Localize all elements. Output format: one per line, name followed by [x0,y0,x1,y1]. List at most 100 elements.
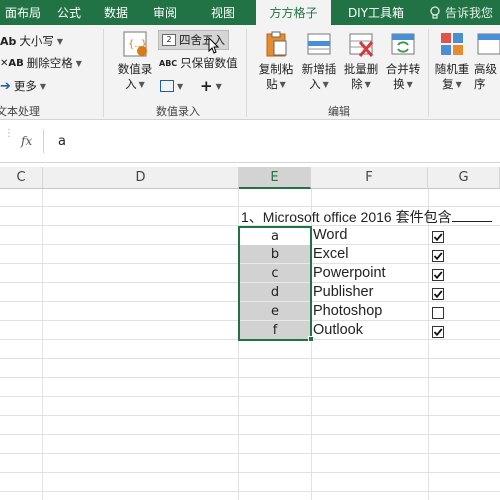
insert-row-icon [307,33,331,55]
column-header-c[interactable]: C [0,167,43,189]
tab-label: 公式 [56,6,81,20]
tell-me-text: 告诉我您 [445,6,494,20]
checkbox-checked[interactable] [432,326,444,338]
tab-fangfang-gezi[interactable]: 方方格子 [256,0,331,25]
option-letter: e [271,303,279,319]
cell-e-option[interactable]: f [239,321,311,340]
blank-underline [451,210,492,222]
grid-line [0,377,500,378]
tab-formulas[interactable]: 公式 [46,0,92,25]
copy-paste-label-2: 贴 [266,77,278,91]
cell-f-app-name[interactable]: Outlook [313,321,363,340]
question-title-cell[interactable]: 1、Microsoft office 2016 套件包含 [241,207,492,227]
clipboard-icon [266,31,287,57]
group-label-value: 数值录入 [156,105,200,118]
copy-paste-label-1: 复制粘 [258,62,294,76]
cell-e-option[interactable]: a [239,227,311,246]
checkbox-unchecked[interactable] [432,307,444,319]
checkbox-checked[interactable] [432,288,444,300]
case-icon: Ab [0,34,17,48]
remove-space-icon: ✕AB [0,57,24,69]
group-label-text: 文本处理 [0,105,40,118]
cell-e-option[interactable]: b [239,245,311,264]
more-button[interactable]: ➔ 更多 ▼ [0,76,46,96]
chevron-down-icon: ▼ [56,36,64,46]
batch-delete-button[interactable]: 批量删 除 ▼ [340,29,382,92]
tab-page-layout[interactable]: 面布局 [0,0,46,25]
chevron-down-icon: ▼ [177,81,184,91]
grid-line [0,491,500,492]
option-letter: d [270,284,280,300]
tab-label: 方方格子 [269,6,318,20]
insert-label-2: 入 [309,77,321,91]
keep-values-button[interactable]: ABC 只保留数值 [159,53,238,73]
formula-separator [43,129,44,153]
insert-function-icon[interactable]: fx [21,134,32,148]
column-letter: D [135,170,146,185]
cell-f-app-name[interactable]: Publisher [313,283,373,302]
check-icon [433,271,443,280]
merge-convert-button[interactable]: 合并转 换 ▼ [382,29,424,92]
tab-view[interactable]: 视图 [190,0,256,25]
column-letter: C [16,170,26,185]
mouse-cursor-icon [208,37,220,54]
cell-e-option[interactable]: c [239,264,311,283]
cell-f-app-name[interactable]: Excel [313,245,348,264]
copy-paste-button[interactable]: 复制粘 贴 ▼ [256,29,296,92]
tab-data[interactable]: 数据 [92,0,140,25]
insert-button[interactable]: 新增插 入 ▼ [298,29,340,92]
advanced-label-2: 序 [474,77,486,91]
random-label-2: 复 [442,77,454,91]
checkbox-checked[interactable] [432,231,444,243]
column-header-f[interactable]: F [311,167,428,189]
merge-convert-icon [391,33,415,55]
option-letter: a [271,228,279,244]
value-entry-button[interactable]: {..} 数值录 入 ▼ [114,29,156,92]
edit-values-button[interactable]: ▼ [160,76,183,96]
case-button-label: 大小写 [19,34,54,48]
checkbox-checked[interactable] [432,250,444,262]
cell-f-app-name[interactable]: Photoshop [313,302,382,321]
cell-e-option[interactable]: e [239,302,311,321]
column-header-d[interactable]: D [43,167,239,189]
cell-f-app-name[interactable]: Powerpoint [313,264,386,283]
chevron-down-icon: ▼ [215,81,222,91]
cell-e-option[interactable]: d [239,283,311,302]
option-letter: b [270,246,280,262]
advanced-sort-button[interactable]: 高级 序 [474,29,500,92]
tab-review[interactable]: 审阅 [140,0,190,25]
random-repeat-button[interactable]: 随机重 复 ▼ [432,29,472,92]
more-label: 更多 [13,79,37,93]
tab-diy-toolbox[interactable]: DIY工具箱 [331,0,421,25]
column-letter: F [365,170,373,185]
lightbulb-icon [430,5,440,19]
checkbox-checked[interactable] [432,269,444,281]
chevron-down-icon: ▼ [138,80,145,89]
group-separator [428,29,429,117]
option-letter: f [272,322,278,338]
random-label-1: 随机重 [434,62,470,76]
batch-delete-label-1: 批量删 [343,62,379,76]
column-header-g[interactable]: G [428,167,500,189]
batch-delete-label-2: 除 [351,77,363,91]
option-letter: c [271,265,279,281]
chevron-down-icon: ▼ [279,80,286,89]
pencil-grid-icon [160,80,174,92]
value-entry-label-2: 入 [125,77,137,91]
tell-me-box[interactable]: 告诉我您 [421,0,493,25]
column-header-e[interactable]: E [239,167,311,189]
grid-line [0,434,500,435]
grid-line [0,472,500,473]
merge-label-2: 换 [393,77,405,91]
advanced-label-1: 高级 [474,62,497,76]
keep-values-icon: ABC [159,58,178,68]
cell-f-app-name[interactable]: Word [313,226,347,245]
case-button[interactable]: Ab 大小写 ▼ [0,31,63,51]
formula-input[interactable]: a [58,134,66,149]
remove-space-button[interactable]: ✕AB 删除空格 ▼ [0,53,82,73]
resize-handle-icon[interactable]: ⋮ [4,129,14,139]
question-title-text: 1、Microsoft office 2016 套件包含 [241,209,452,225]
insert-label-1: 新增插 [301,62,337,76]
plus-button[interactable]: + ▼ [200,76,222,96]
group-separator [246,29,247,117]
